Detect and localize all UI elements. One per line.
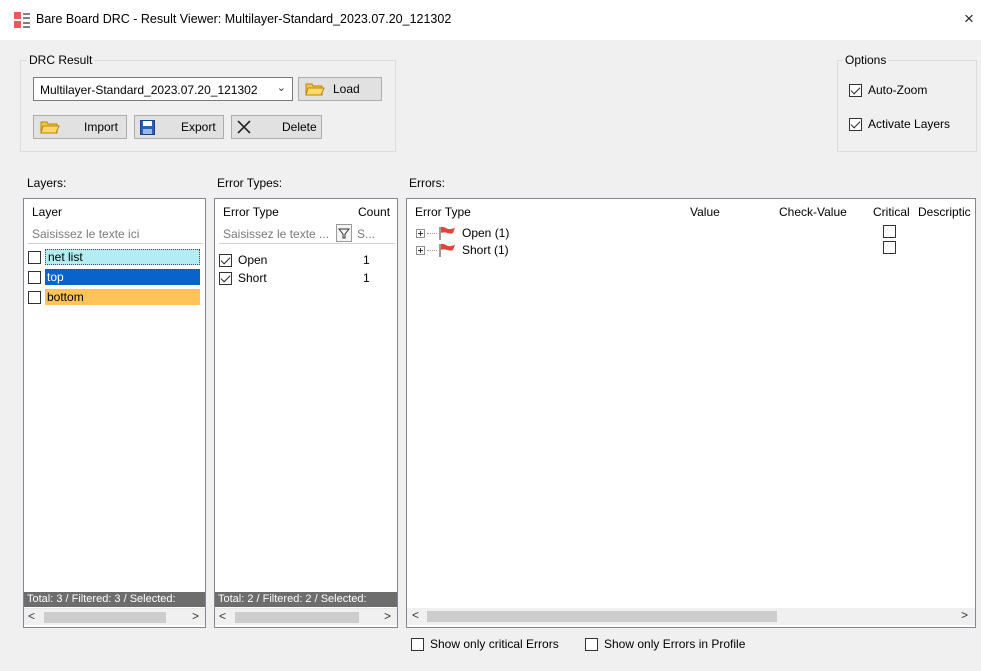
error-type-label: Open — [238, 253, 268, 267]
error-type-label: Short — [238, 271, 267, 285]
export-button[interactable]: Export — [134, 115, 224, 139]
checkbox-box[interactable] — [585, 637, 598, 651]
layers-hscrollbar[interactable]: < > — [24, 608, 205, 625]
layers-section-label: Layers: — [27, 176, 67, 190]
drc-result-select[interactable]: Multilayer-Standard_2023.07.20_121302 ⌄ — [33, 77, 293, 101]
errors-hscrollbar[interactable]: < > — [407, 608, 975, 625]
error-type-row-short[interactable]: Short 1 — [215, 270, 397, 286]
import-button[interactable]: Import — [33, 115, 127, 139]
activate-layers-label: Activate Layers — [868, 117, 951, 131]
layer-row-bottom[interactable]: bottom — [24, 289, 205, 305]
checkbox-box[interactable] — [849, 83, 862, 97]
layer-column-header[interactable]: Layer — [32, 205, 62, 219]
scroll-thumb[interactable] — [235, 612, 359, 623]
load-button[interactable]: Load — [298, 77, 382, 101]
show-critical-label: Show only critical Errors — [430, 637, 559, 651]
error-tree-row-short[interactable]: Short (1) — [416, 242, 509, 258]
error-types-section-label: Error Types: — [217, 176, 283, 190]
error-type-filter-input[interactable]: Saisissez le texte ... — [223, 227, 329, 241]
error-types-hscrollbar[interactable]: < > — [215, 608, 397, 625]
layer-label: net list — [45, 249, 200, 265]
scroll-right-icon[interactable]: > — [961, 608, 968, 622]
error-types-list[interactable]: Error Type Count Saisissez le texte ... … — [214, 198, 398, 628]
count-column-header[interactable]: Count — [358, 205, 390, 219]
expand-icon[interactable] — [416, 228, 425, 238]
layers-status-bar: Total: 3 / Filtered: 3 / Selected: — [24, 592, 205, 607]
error-types-status-bar: Total: 2 / Filtered: 2 / Selected: — [215, 592, 397, 607]
export-button-label: Export — [181, 120, 216, 134]
scroll-left-icon[interactable]: < — [412, 608, 419, 622]
error-tree-label: Short (1) — [462, 243, 509, 257]
close-icon[interactable]: × — [964, 9, 974, 29]
tree-line — [427, 249, 437, 251]
errors-section-label: Errors: — [409, 176, 445, 190]
show-profile-label: Show only Errors in Profile — [604, 637, 746, 651]
delete-x-icon — [237, 120, 251, 134]
folder-open-icon — [305, 83, 325, 96]
layer-label: bottom — [45, 289, 200, 305]
scroll-left-icon[interactable]: < — [28, 609, 35, 623]
error-type-checkbox[interactable] — [219, 271, 232, 285]
scroll-thumb[interactable] — [44, 612, 166, 623]
layer-checkbox[interactable] — [28, 290, 41, 304]
delete-button-label: Delete — [282, 120, 317, 134]
tree-line — [427, 232, 437, 234]
app-icon — [14, 12, 30, 28]
show-profile-checkbox[interactable]: Show only Errors in Profile — [585, 637, 745, 651]
layer-label: top — [45, 269, 200, 285]
error-tree-label: Open (1) — [462, 226, 510, 240]
error-type-count: 1 — [363, 253, 370, 267]
errors-col-value[interactable]: Value — [690, 205, 720, 219]
error-type-row-open[interactable]: Open 1 — [215, 252, 397, 268]
errors-col-check-value[interactable]: Check-Value — [779, 205, 847, 219]
options-group-label: Options — [843, 53, 889, 67]
count-filter-input[interactable]: S... — [357, 227, 375, 241]
layer-row-net-list[interactable]: net list — [24, 249, 205, 265]
red-flag-icon — [439, 243, 455, 257]
auto-zoom-checkbox[interactable]: Auto-Zoom — [849, 83, 927, 97]
drc-result-select-value: Multilayer-Standard_2023.07.20_121302 — [40, 83, 258, 97]
delete-button[interactable]: Delete — [231, 115, 322, 139]
critical-checkbox[interactable] — [883, 241, 896, 254]
layer-row-top[interactable]: top — [24, 269, 205, 285]
window-title: Bare Board DRC - Result Viewer: Multilay… — [36, 12, 452, 26]
filter-separator — [28, 243, 203, 244]
error-type-checkbox[interactable] — [219, 253, 232, 267]
layer-checkbox[interactable] — [28, 250, 41, 264]
options-group — [837, 60, 977, 152]
error-type-count: 1 — [363, 271, 370, 285]
activate-layers-checkbox[interactable]: Activate Layers — [849, 117, 950, 131]
show-critical-checkbox[interactable]: Show only critical Errors — [411, 637, 559, 651]
chevron-down-icon: ⌄ — [276, 82, 286, 94]
errors-grid[interactable]: Error Type Value Check-Value Critical De… — [406, 198, 976, 628]
drc-result-group-label: DRC Result — [27, 53, 95, 67]
errors-col-description[interactable]: Descriptic — [918, 205, 971, 219]
scroll-left-icon[interactable]: < — [219, 609, 226, 623]
filter-separator — [219, 243, 395, 244]
layers-list[interactable]: Layer Saisissez le texte ici net list to… — [23, 198, 206, 628]
errors-col-error-type[interactable]: Error Type — [415, 205, 471, 219]
scroll-thumb[interactable] — [427, 611, 777, 622]
layer-checkbox[interactable] — [28, 270, 41, 284]
layer-filter-input[interactable]: Saisissez le texte ici — [32, 227, 139, 241]
errors-col-critical[interactable]: Critical — [873, 205, 910, 219]
import-button-label: Import — [84, 120, 119, 134]
folder-open-icon — [40, 121, 60, 134]
checkbox-box[interactable] — [849, 117, 862, 131]
red-flag-icon — [439, 226, 455, 240]
error-tree-row-open[interactable]: Open (1) — [416, 225, 509, 241]
error-type-column-header[interactable]: Error Type — [223, 205, 279, 219]
scroll-right-icon[interactable]: > — [192, 609, 199, 623]
auto-zoom-label: Auto-Zoom — [868, 83, 928, 97]
checkbox-box[interactable] — [411, 637, 424, 651]
load-button-label: Load — [333, 82, 360, 96]
critical-checkbox[interactable] — [883, 225, 896, 238]
expand-icon[interactable] — [416, 245, 425, 255]
filter-funnel-icon[interactable] — [336, 224, 352, 242]
scroll-right-icon[interactable]: > — [384, 609, 391, 623]
title-bar: Bare Board DRC - Result Viewer: Multilay… — [0, 0, 981, 40]
save-disk-icon — [140, 120, 155, 135]
